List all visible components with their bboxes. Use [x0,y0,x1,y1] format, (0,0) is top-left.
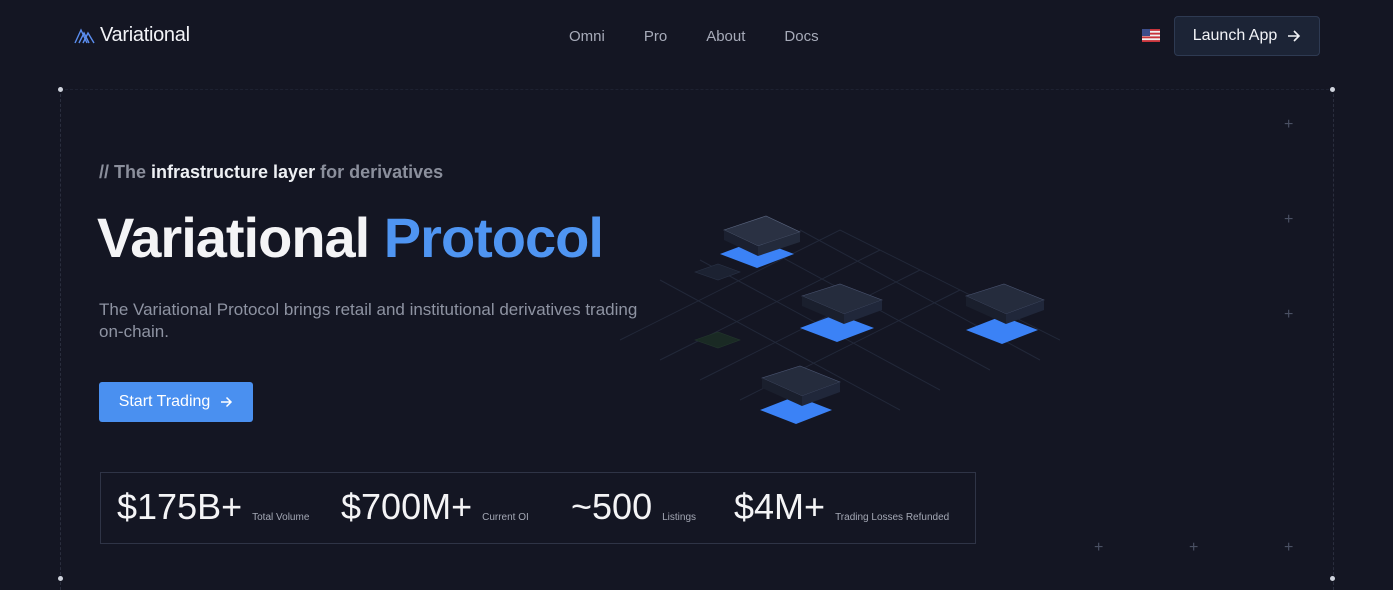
corner-dot [1330,576,1335,581]
title-accent: Protocol [383,206,604,269]
stat-total-volume: $175B+ Total Volume [117,487,309,527]
hero-eyebrow: // The infrastructure layer for derivati… [99,162,443,183]
stat-losses-refunded: $4M+ Trading Losses Refunded [734,487,949,527]
stat-value: $4M+ [734,486,826,527]
stat-label: Trading Losses Refunded [835,512,950,523]
launch-app-label: Launch App [1192,27,1278,44]
stats-bar: $175B+ Total Volume $700M+ Current OI ~5… [100,472,976,544]
launch-app-button[interactable]: Launch App [1174,16,1320,56]
start-trading-label: Start Trading [118,393,211,410]
block-bottom [760,365,841,424]
stat-value: $175B+ [117,486,243,527]
corner-dot [58,576,63,581]
nav-link-about[interactable]: About [706,28,745,45]
brand-name: Variational [100,24,190,46]
isometric-illustration [619,215,1060,424]
plus-decoration: + [1189,539,1199,556]
plus-decoration: + [1284,306,1294,323]
hero-description: The Variational Protocol brings retail a… [99,300,638,341]
stat-listings: ~500 Listings [571,487,696,527]
stat-current-oi: $700M+ Current OI [341,487,529,527]
stat-value: $700M+ [341,486,473,527]
arrow-right-icon [221,396,233,408]
stat-label: Current OI [482,512,529,523]
eyebrow-strong: infrastructure layer [151,162,316,182]
nav-links: Omni Pro About Docs [569,28,858,45]
hero-title: Variational Protocol [97,205,604,270]
stat-value: ~500 [571,486,653,527]
nav-link-omni[interactable]: Omni [569,28,605,45]
plus-decoration: + [1284,116,1294,133]
top-navigation: Variational Omni Pro About Docs Launch A… [0,0,1393,72]
eyebrow-suffix: for derivatives [315,162,444,182]
nav-link-pro[interactable]: Pro [644,28,667,45]
corner-dot [1330,87,1335,92]
corner-dot [58,87,63,92]
start-trading-button[interactable]: Start Trading [99,382,253,422]
block-right [965,283,1045,344]
nav-link-docs[interactable]: Docs [784,28,818,45]
variational-logo-icon [74,27,95,43]
arrow-right-icon [1288,30,1301,42]
brand-logo[interactable]: Variational [74,24,190,47]
us-flag-icon[interactable] [1142,29,1160,42]
title-main: Variational [97,206,384,269]
eyebrow-prefix: // The [99,162,152,182]
block-middle [800,283,883,342]
stat-label: Total Volume [252,512,310,523]
plus-decoration: + [1284,211,1294,228]
plus-decoration: + [1284,539,1294,556]
plus-decoration: + [1094,539,1104,556]
stat-label: Listings [662,512,696,523]
